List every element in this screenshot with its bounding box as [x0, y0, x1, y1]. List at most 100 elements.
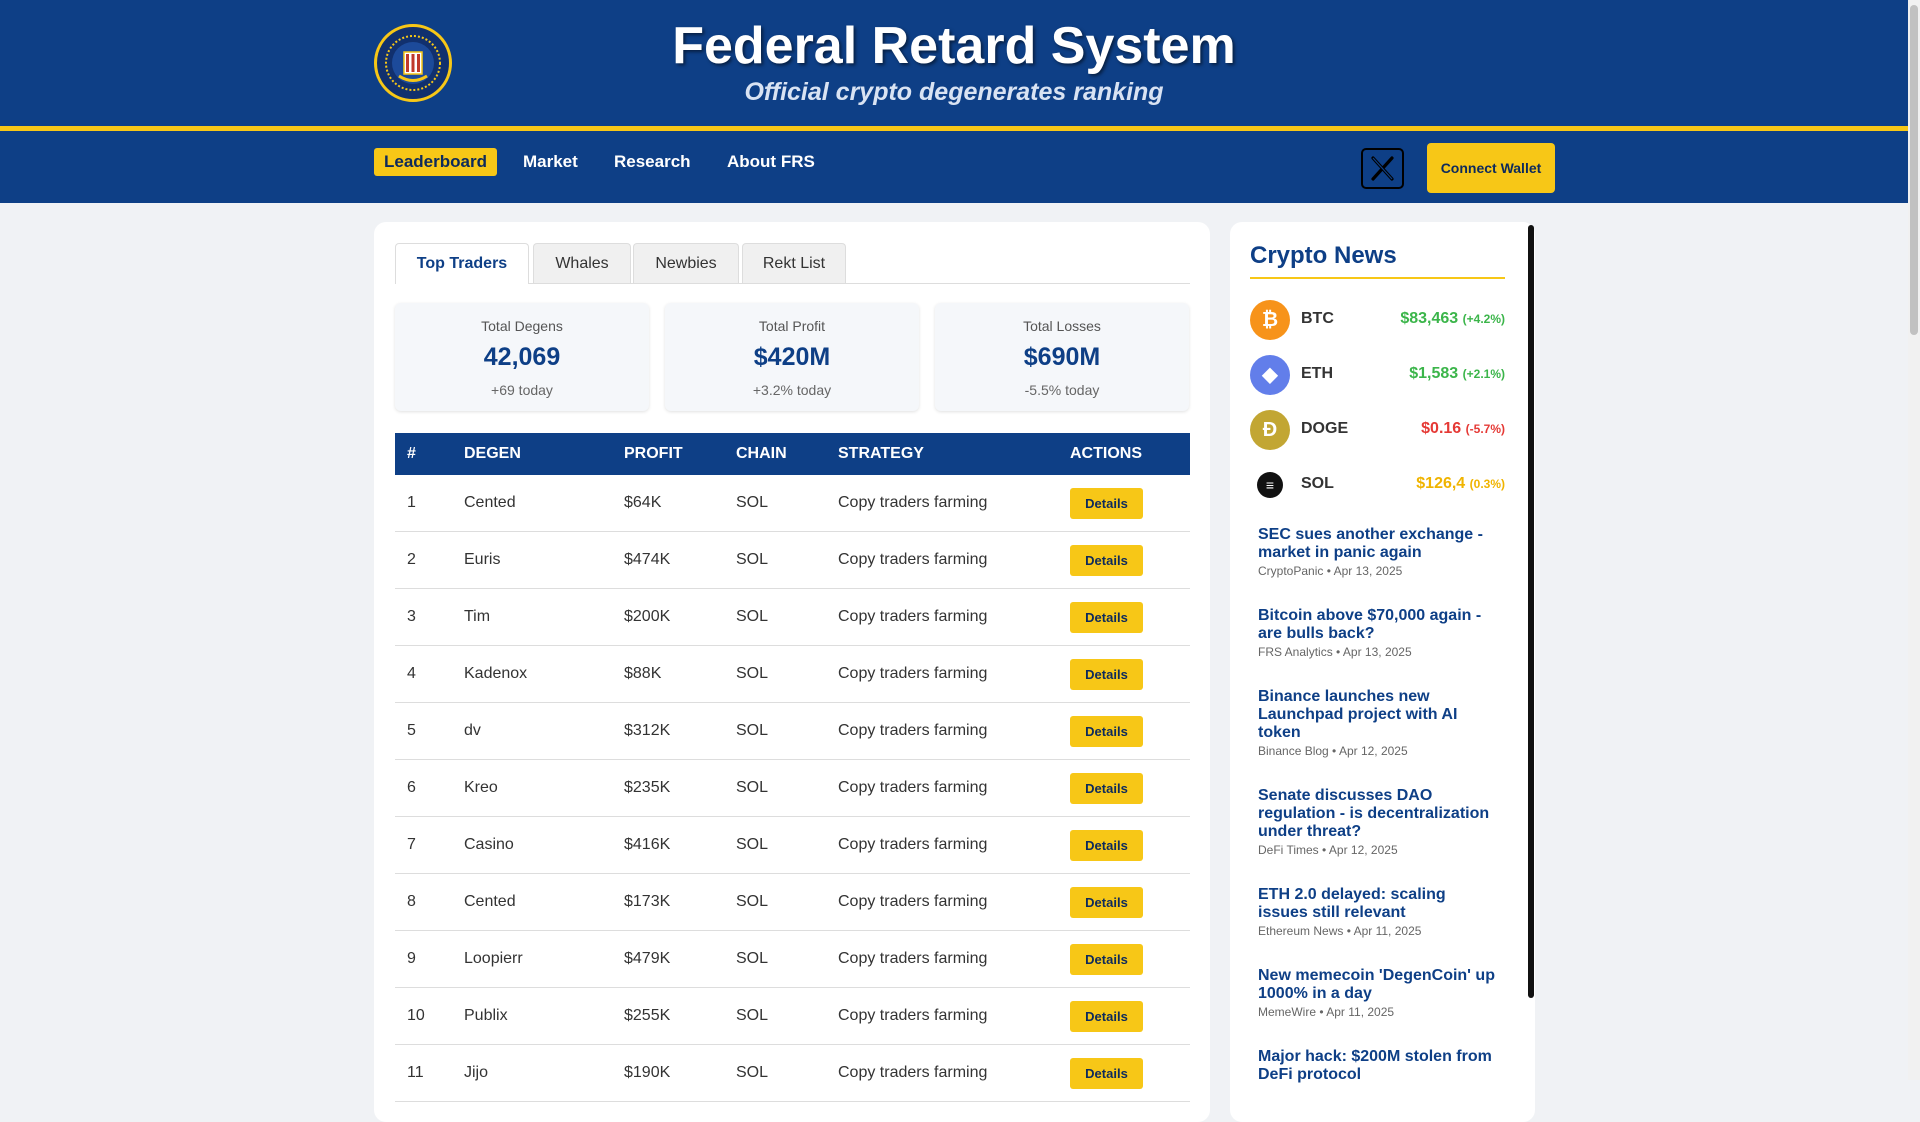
- news-date: Apr 13, 2025: [1342, 645, 1412, 659]
- news-meta: DeFi Times • Apr 12, 2025: [1258, 843, 1398, 857]
- news-article[interactable]: SEC sues another exchange - market in pa…: [1258, 526, 1498, 578]
- details-button[interactable]: Details: [1070, 601, 1143, 633]
- leaderboard-tabs: Top Traders Whales Newbies Rekt List: [395, 243, 1190, 284]
- news-headline[interactable]: SEC sues another exchange - market in pa…: [1258, 526, 1498, 562]
- chain-cell: SOL: [724, 816, 826, 874]
- news-article[interactable]: Binance launches new Launchpad project w…: [1258, 688, 1498, 758]
- coin-price-value: $83,463: [1400, 310, 1459, 327]
- news-article[interactable]: New memecoin 'DegenCoin' up 1000% in a d…: [1258, 967, 1498, 1019]
- news-headline[interactable]: ETH 2.0 delayed: scaling issues still re…: [1258, 886, 1498, 922]
- coin-price-value: $1,583: [1409, 365, 1459, 382]
- coin-change: (+4.2%): [1462, 312, 1505, 326]
- column-header-actions: ACTIONS: [1070, 445, 1142, 462]
- nav-about-frs[interactable]: About FRS: [717, 148, 825, 176]
- details-button[interactable]: Details: [1070, 772, 1143, 804]
- details-button[interactable]: Details: [1070, 1057, 1143, 1089]
- table-row[interactable]: 4 Kadenox $88K SOL Copy traders farming Detai…: [395, 645, 1190, 703]
- stat-value: 42,069: [483, 343, 561, 371]
- coin-price-row[interactable]: Ð DOGE $0.16 (-5.7%): [1250, 410, 1505, 450]
- news-title: Crypto News: [1250, 242, 1505, 279]
- column-header-chain[interactable]: CHAIN: [724, 433, 826, 475]
- table-header-row: # DEGEN PROFIT CHAIN STRATEGY ACTIONS: [395, 433, 1190, 475]
- tab-rekt-list[interactable]: Rekt List: [742, 243, 846, 283]
- table-row[interactable]: 9 Loopierr $479K SOL Copy traders farming Det…: [395, 930, 1190, 988]
- table-row[interactable]: 1 Cented $64K SOL Copy traders farming Detail…: [395, 475, 1190, 532]
- details-button[interactable]: Details: [1070, 544, 1143, 576]
- details-button[interactable]: Details: [1070, 943, 1143, 975]
- degen-cell: Kreo: [452, 759, 612, 817]
- main-navigation: Leaderboard Market Research About FRS: [0, 131, 1908, 203]
- news-headline[interactable]: Senate discusses DAO regulation - is dec…: [1258, 787, 1498, 841]
- chain-cell: SOL: [724, 759, 826, 817]
- ethereum-icon: ◆: [1250, 355, 1290, 395]
- connect-wallet-button[interactable]: Connect Wallet: [1427, 143, 1555, 193]
- actions-cell: Details: [1058, 873, 1190, 931]
- strategy-cell: Copy traders farming: [826, 645, 1058, 703]
- news-article[interactable]: Bitcoin above $70,000 again - are bulls …: [1258, 607, 1498, 659]
- strategy-cell: Copy traders farming: [826, 759, 1058, 817]
- news-headline[interactable]: Binance launches new Launchpad project w…: [1258, 688, 1498, 742]
- table-row[interactable]: 2 Euris $474K SOL Copy traders farming Detail…: [395, 531, 1190, 589]
- table-row[interactable]: 11 Jijo $190K SOL Copy traders farming Detail…: [395, 1044, 1190, 1102]
- table-row[interactable]: 10 Publix $255K SOL Copy traders farming Deta…: [395, 987, 1190, 1045]
- tab-newbies[interactable]: Newbies: [633, 243, 739, 283]
- details-button[interactable]: Details: [1070, 658, 1143, 690]
- news-meta: Binance Blog • Apr 12, 2025: [1258, 744, 1408, 758]
- column-header-strategy[interactable]: STRATEGY: [826, 433, 1058, 475]
- rank-cell: 11: [395, 1044, 452, 1102]
- actions-cell: Details: [1058, 531, 1190, 589]
- news-headline[interactable]: Bitcoin above $70,000 again - are bulls …: [1258, 607, 1498, 643]
- stat-change: +69 today: [491, 382, 553, 398]
- chain-cell: SOL: [724, 588, 826, 646]
- site-subtitle: Official crypto degenerates ranking: [744, 78, 1164, 106]
- page-scrollbar-thumb[interactable]: [1910, 5, 1918, 335]
- tab-top-traders[interactable]: Top Traders: [395, 243, 529, 284]
- details-button[interactable]: Details: [1070, 487, 1143, 519]
- details-button[interactable]: Details: [1070, 715, 1143, 747]
- news-source: CryptoPanic: [1258, 564, 1324, 578]
- coin-price-row[interactable]: ≡ SOL $126,4 (0.3%): [1250, 465, 1505, 505]
- strategy-cell: Copy traders farming: [826, 1044, 1058, 1102]
- coin-price-row[interactable]: ◆ ETH $1,583 (+2.1%): [1250, 355, 1505, 395]
- table-row[interactable]: 5 dv $312K SOL Copy traders farming Details: [395, 702, 1190, 760]
- coin-price-row[interactable]: ₿ BTC $83,463 (+4.2%): [1250, 300, 1505, 340]
- stat-value: $690M: [1023, 343, 1101, 371]
- chain-cell: SOL: [724, 475, 826, 532]
- stat-change: -5.5% today: [1024, 382, 1100, 398]
- actions-cell: Details: [1058, 987, 1190, 1045]
- news-scrollbar[interactable]: [1528, 225, 1534, 998]
- actions-cell: Details: [1058, 588, 1190, 646]
- actions-cell: Details: [1058, 645, 1190, 703]
- column-header-profit[interactable]: PROFIT: [612, 433, 724, 475]
- column-header-degen[interactable]: DEGEN: [452, 433, 612, 475]
- column-header-rank[interactable]: #: [395, 433, 452, 475]
- details-button[interactable]: Details: [1070, 829, 1143, 861]
- x-twitter-button[interactable]: [1361, 148, 1404, 189]
- rank-cell: 7: [395, 816, 452, 874]
- x-logo-icon: [1371, 156, 1394, 181]
- news-article[interactable]: Senate discusses DAO regulation - is dec…: [1258, 787, 1498, 857]
- degen-cell: Cented: [452, 475, 612, 532]
- details-button[interactable]: Details: [1070, 1000, 1143, 1032]
- news-meta: CryptoPanic • Apr 13, 2025: [1258, 564, 1403, 578]
- news-date: Apr 11, 2025: [1353, 924, 1422, 938]
- news-headline[interactable]: New memecoin 'DegenCoin' up 1000% in a d…: [1258, 967, 1498, 1003]
- news-headline[interactable]: Major hack: $200M stolen from DeFi proto…: [1258, 1048, 1498, 1084]
- nav-research[interactable]: Research: [604, 148, 701, 176]
- nav-market[interactable]: Market: [513, 148, 588, 176]
- news-article[interactable]: Major hack: $200M stolen from DeFi proto…: [1258, 1048, 1498, 1084]
- tab-whales[interactable]: Whales: [533, 243, 631, 283]
- details-button[interactable]: Details: [1070, 886, 1143, 918]
- table-row[interactable]: 6 Kreo $235K SOL Copy traders farming Details: [395, 759, 1190, 817]
- news-source: DeFi Times: [1258, 843, 1319, 857]
- news-article[interactable]: ETH 2.0 delayed: scaling issues still re…: [1258, 886, 1498, 938]
- nav-leaderboard[interactable]: Leaderboard: [374, 148, 497, 176]
- chain-cell: SOL: [724, 645, 826, 703]
- actions-cell: Details: [1058, 702, 1190, 760]
- table-row[interactable]: 3 Tim $200K SOL Copy traders farming Details: [395, 588, 1190, 646]
- table-row[interactable]: 8 Cented $173K SOL Copy traders farming Detai…: [395, 873, 1190, 931]
- table-row[interactable]: 7 Casino $416K SOL Copy traders farming Detai…: [395, 816, 1190, 874]
- degen-cell: Kadenox: [452, 645, 612, 703]
- actions-cell: Details: [1058, 930, 1190, 988]
- profit-cell: $173K: [612, 873, 724, 931]
